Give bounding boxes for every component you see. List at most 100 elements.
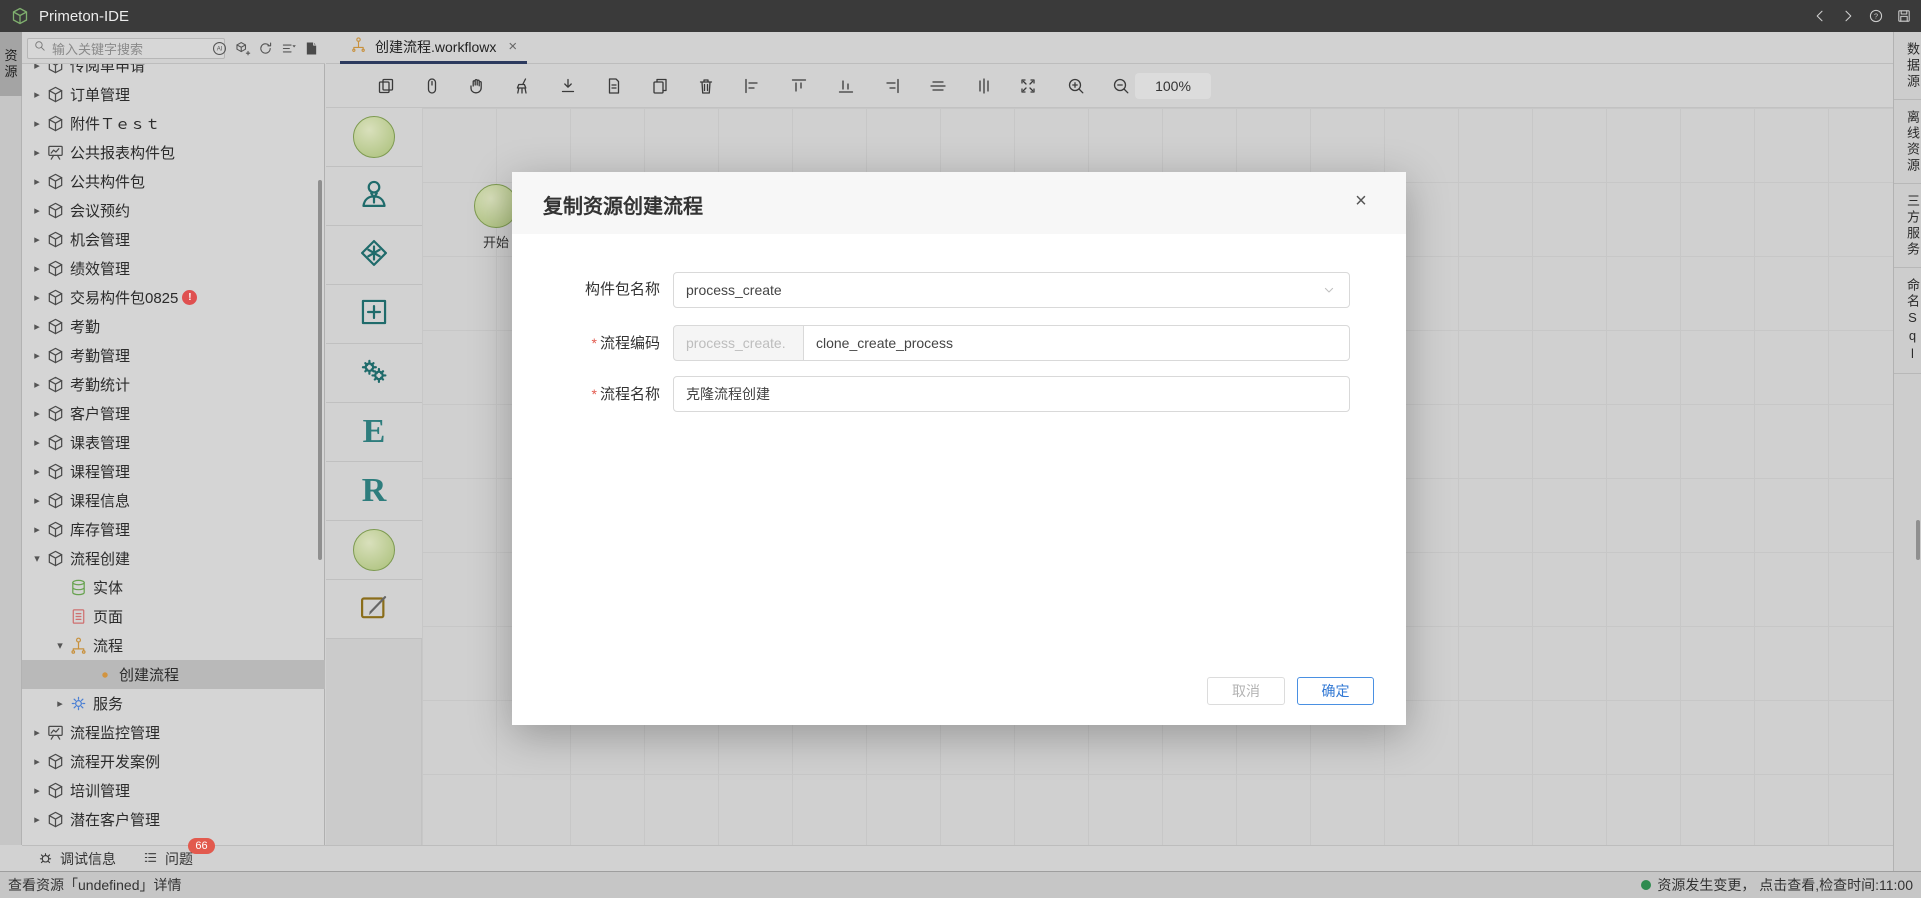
tree-item-26[interactable]: ▸培训管理 [22, 776, 325, 805]
tree-item-23[interactable]: ▸服务 [22, 689, 325, 718]
tree-item-10[interactable]: ▸考勤 [22, 312, 325, 341]
tree-item-5[interactable]: ▸公共构件包 [22, 167, 325, 196]
clean-canvas-icon[interactable] [512, 76, 532, 96]
collapsed-arrow-icon[interactable]: ▸ [31, 726, 43, 739]
end-node-item[interactable] [326, 521, 422, 580]
tree-item-8[interactable]: ▸绩效管理 [22, 254, 325, 283]
expanded-arrow-icon[interactable]: ▾ [54, 639, 66, 652]
zoom-in-icon[interactable] [1066, 76, 1086, 96]
zoom-level-display[interactable]: 100% [1135, 73, 1211, 99]
tree-item-14[interactable]: ▸课表管理 [22, 428, 325, 457]
collapsed-arrow-icon[interactable]: ▸ [31, 523, 43, 536]
align-bottom-icon[interactable] [836, 76, 856, 96]
tree-item-2[interactable]: ▸订单管理 [22, 80, 325, 109]
collapsed-arrow-icon[interactable]: ▸ [31, 407, 43, 420]
align-top-icon[interactable] [789, 76, 809, 96]
bottom-tab-2[interactable]: 问题66 [142, 849, 193, 869]
collapsed-arrow-icon[interactable]: ▸ [31, 320, 43, 333]
collapsed-arrow-icon[interactable]: ▸ [31, 494, 43, 507]
sort-filter-icon[interactable] [279, 39, 298, 58]
collapsed-arrow-icon[interactable]: ▸ [31, 291, 43, 304]
right-tab-3[interactable]: 三方服务 [1894, 184, 1921, 268]
tree-scrollbar[interactable] [318, 180, 322, 560]
activity-tab-resources[interactable]: 资源 [0, 32, 22, 96]
collapsed-arrow-icon[interactable]: ▸ [31, 175, 43, 188]
bottom-tab-1[interactable]: 调试信息 [37, 849, 116, 869]
copy-node-icon[interactable] [376, 76, 396, 96]
pointer-select-icon[interactable] [422, 76, 442, 96]
subprocess-item[interactable] [326, 285, 422, 344]
ok-button[interactable]: 确定 [1297, 677, 1374, 705]
delete-icon[interactable] [696, 76, 716, 96]
center-vertical-icon[interactable] [974, 76, 994, 96]
tree-item-15[interactable]: ▸课程管理 [22, 457, 325, 486]
service-task-item[interactable] [326, 344, 422, 403]
package-name-select[interactable]: process_create [673, 272, 1350, 308]
process-name-input[interactable]: 克隆流程创建 [673, 376, 1350, 412]
tab-create-process[interactable]: 创建流程.workflowx × [340, 32, 527, 64]
tree-item-4[interactable]: ▸公共报表构件包 [22, 138, 325, 167]
align-left-icon[interactable] [742, 76, 762, 96]
tree-item-19[interactable]: 实体 [22, 573, 325, 602]
letter-r-item[interactable]: R [326, 462, 422, 521]
nav-back-icon[interactable] [1811, 7, 1829, 25]
tree-item-27[interactable]: ▸潜在客户管理 [22, 805, 325, 834]
tree-item-7[interactable]: ▸机会管理 [22, 225, 325, 254]
status-left-text[interactable]: 查看资源「undefined」详情 [8, 875, 182, 895]
search-input[interactable]: 输入关键字搜索 [27, 38, 225, 59]
start-node-item[interactable] [326, 108, 422, 167]
collapsed-arrow-icon[interactable]: ▸ [31, 117, 43, 130]
dialog-close-icon[interactable]: × [1348, 188, 1374, 214]
collapsed-arrow-icon[interactable]: ▸ [31, 813, 43, 826]
collapsed-arrow-icon[interactable]: ▸ [31, 378, 43, 391]
note-edit-item[interactable] [326, 580, 422, 639]
ai-assistant-icon[interactable]: AI [210, 39, 229, 58]
right-tab-4[interactable]: 命名Sql [1894, 268, 1921, 374]
collapsed-arrow-icon[interactable]: ▸ [31, 465, 43, 478]
tree-item-12[interactable]: ▸考勤统计 [22, 370, 325, 399]
align-right-icon[interactable] [882, 76, 902, 96]
tree-item-21[interactable]: ▾流程 [22, 631, 325, 660]
right-tab-1[interactable]: 数据源 [1894, 32, 1921, 100]
import-download-icon[interactable] [558, 76, 578, 96]
refresh-icon[interactable] [256, 39, 275, 58]
collapsed-arrow-icon[interactable]: ▸ [31, 436, 43, 449]
collapsed-arrow-icon[interactable]: ▸ [31, 784, 43, 797]
collapsed-arrow-icon[interactable]: ▸ [54, 697, 66, 710]
zoom-out-icon[interactable] [1111, 76, 1131, 96]
tree-item-22[interactable]: 创建流程 [22, 660, 325, 689]
tree-item-9[interactable]: ▸交易构件包0825! [22, 283, 325, 312]
canvas-scrollbar[interactable] [1916, 520, 1920, 560]
tree-item-20[interactable]: 页面 [22, 602, 325, 631]
tree-item-13[interactable]: ▸客户管理 [22, 399, 325, 428]
save-layout-icon[interactable] [1895, 7, 1913, 25]
tree-item-17[interactable]: ▸库存管理 [22, 515, 325, 544]
copy-document-icon[interactable] [650, 76, 670, 96]
tree-item-24[interactable]: ▸流程监控管理 [22, 718, 325, 747]
tree-item-18[interactable]: ▾流程创建 [22, 544, 325, 573]
collapsed-arrow-icon[interactable]: ▸ [31, 204, 43, 217]
new-component-icon[interactable] [233, 39, 252, 58]
user-task-item[interactable] [326, 167, 422, 226]
tree-item-16[interactable]: ▸课程信息 [22, 486, 325, 515]
tree-item-25[interactable]: ▸流程开发案例 [22, 747, 325, 776]
collapsed-arrow-icon[interactable]: ▸ [31, 88, 43, 101]
docs-icon[interactable] [302, 39, 321, 58]
expanded-arrow-icon[interactable]: ▾ [31, 552, 43, 565]
collapsed-arrow-icon[interactable]: ▸ [31, 262, 43, 275]
tree-item-11[interactable]: ▸考勤管理 [22, 341, 325, 370]
help-icon[interactable]: ? [1867, 7, 1885, 25]
center-horizontal-icon[interactable] [928, 76, 948, 96]
gateway-item[interactable] [326, 226, 422, 285]
tab-close-icon[interactable]: × [508, 38, 517, 55]
right-tab-2[interactable]: 离线资源 [1894, 100, 1921, 184]
collapsed-arrow-icon[interactable]: ▸ [31, 233, 43, 246]
fit-screen-icon[interactable] [1018, 76, 1038, 96]
collapsed-arrow-icon[interactable]: ▸ [31, 146, 43, 159]
tree-item-3[interactable]: ▸附件Ｔｅｓｔ [22, 109, 325, 138]
collapsed-arrow-icon[interactable]: ▸ [31, 64, 43, 72]
status-right[interactable]: 资源发生变更， 点击查看,检查时间:11:00 [1641, 875, 1913, 895]
tree-item-6[interactable]: ▸会议预约 [22, 196, 325, 225]
process-code-input[interactable]: clone_create_process [803, 325, 1350, 361]
letter-e-item[interactable]: E [326, 403, 422, 462]
